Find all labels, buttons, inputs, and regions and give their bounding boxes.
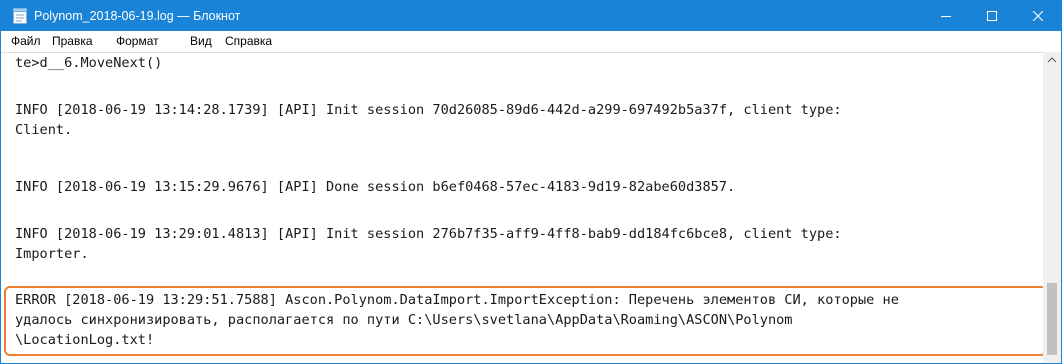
log-line: INFO [2018-06-19 13:14:28.1739] [API] In… [15,102,842,118]
scroll-up-button[interactable] [1043,52,1061,69]
vertical-scrollbar[interactable] [1043,52,1061,363]
log-line: INFO [2018-06-19 13:15:29.9676] [API] Do… [15,179,736,195]
notepad-icon [13,8,27,24]
menu-file[interactable]: Файл [11,34,41,49]
log-line: te>d__6.MoveNext() [15,55,163,71]
minimize-button[interactable] [923,1,969,31]
window-title: Polynom_2018-06-19.log — Блокнот [34,9,241,23]
scrollbar-thumb[interactable] [1047,283,1057,355]
menu-view[interactable]: Вид [190,34,212,49]
scroll-up-arrow-icon [1047,57,1057,63]
menu-bar: Файл Правка Формат Вид Справка [1,31,1061,52]
menu-help[interactable]: Справка [225,34,272,49]
maximize-icon [987,11,997,21]
close-button[interactable] [1015,1,1061,31]
notepad-window: Polynom_2018-06-19.log — Блокнот Файл Пр… [0,0,1062,364]
log-line: Importer. [15,246,89,262]
menu-edit[interactable]: Правка [52,34,93,49]
title-bar[interactable]: Polynom_2018-06-19.log — Блокнот [1,1,1061,31]
error-highlight-box [4,286,1044,356]
log-line: INFO [2018-06-19 13:29:01.4813] [API] In… [15,226,842,242]
close-icon [1033,11,1043,21]
log-line: Client. [15,122,73,138]
maximize-button[interactable] [969,1,1015,31]
menu-format[interactable]: Формат [116,34,159,49]
minimize-icon [941,16,951,17]
text-editor-area[interactable]: te>d__6.MoveNext() INFO [2018-06-19 13:1… [1,52,1044,363]
